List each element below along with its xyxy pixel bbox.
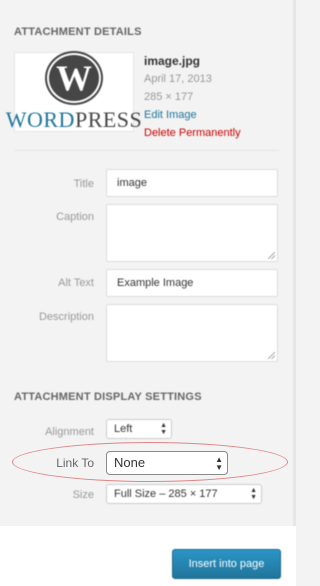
details-divider xyxy=(14,150,279,151)
attachment-date: April 17, 2013 xyxy=(144,73,212,85)
select-arrows-icon: ▲ ▼ xyxy=(250,487,257,501)
alignment-label: Alignment xyxy=(45,426,94,438)
attachment-details-heading: ATTACHMENT DETAILS xyxy=(14,26,142,38)
alignment-select[interactable]: Left ▲ ▼ xyxy=(106,419,172,439)
size-select[interactable]: Full Size – 285 × 177 ▲ ▼ xyxy=(106,484,262,504)
display-settings-heading: ATTACHMENT DISPLAY SETTINGS xyxy=(14,391,202,403)
title-label: Title xyxy=(73,178,94,190)
wordpress-logo-icon: W xyxy=(47,53,101,103)
select-arrows-icon: ▲ ▼ xyxy=(215,455,223,472)
wordpress-logo-text: WORDPRESS xyxy=(5,107,143,132)
select-arrows-icon: ▲ ▼ xyxy=(160,422,167,436)
resize-grip-icon[interactable] xyxy=(268,252,275,259)
resize-grip-icon[interactable] xyxy=(268,352,275,359)
alt-text-label: Alt Text xyxy=(58,277,94,289)
link-to-label: Link To xyxy=(56,456,94,470)
caption-label: Caption xyxy=(56,211,94,223)
link-to-select[interactable]: None ▲ ▼ xyxy=(106,451,228,475)
delete-permanently-link[interactable]: Delete Permanently xyxy=(144,124,241,142)
description-textarea[interactable] xyxy=(106,304,278,362)
edit-image-link[interactable]: Edit Image xyxy=(144,106,241,124)
insert-into-page-button[interactable]: Insert into page xyxy=(172,549,281,579)
size-label: Size xyxy=(72,489,94,501)
attachment-thumbnail[interactable]: W WORDPRESS xyxy=(6,52,142,132)
alt-text-input[interactable]: Example Image xyxy=(106,269,278,297)
description-label: Description xyxy=(38,311,94,323)
title-input[interactable]: image xyxy=(106,169,278,197)
attachment-meta: image.jpg April 17, 2013 285 × 177 Edit … xyxy=(144,52,241,142)
attachment-filename: image.jpg xyxy=(144,54,201,68)
caption-textarea[interactable] xyxy=(106,204,278,262)
attachment-dimensions: 285 × 177 xyxy=(144,91,194,103)
